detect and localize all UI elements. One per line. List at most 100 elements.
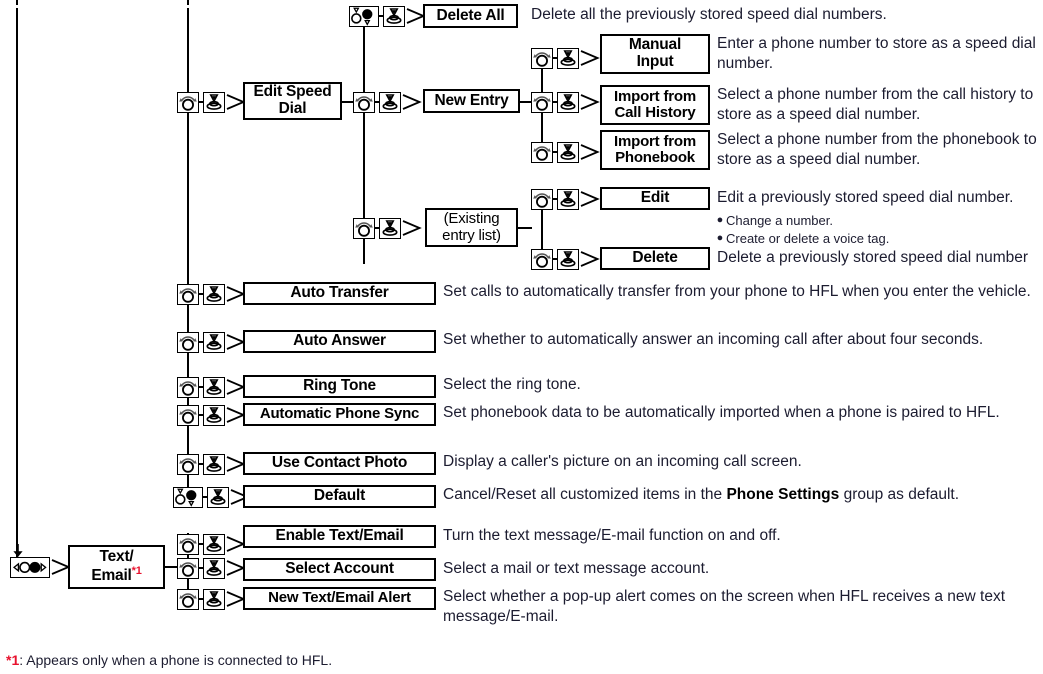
branch-line-new-entry-out xyxy=(520,101,531,103)
menu-label-edit-speed-dial-line1: Edit Speed xyxy=(253,83,332,101)
menu-box-import-phonebook[interactable]: Import from Phonebook xyxy=(600,130,710,170)
menu-label-delete-all: Delete All xyxy=(436,6,505,24)
bullet-text: Change a number. xyxy=(726,213,833,228)
icon-group-new-entry xyxy=(353,91,422,113)
icon-group-new-text-email-alert xyxy=(177,588,246,610)
menu-box-default[interactable]: Default xyxy=(243,485,436,508)
menu-box-new-text-email-alert[interactable]: New Text/Email Alert xyxy=(243,587,436,610)
branch-line-new-entry xyxy=(342,101,353,103)
arrow-right-icon xyxy=(580,191,600,207)
menu-box-text-email[interactable]: Text/ Email*1 xyxy=(68,545,165,589)
arrow-right-icon xyxy=(402,220,422,236)
icon-group-select-account xyxy=(177,557,246,579)
menu-box-delete[interactable]: Delete xyxy=(600,247,710,270)
arrow-right-icon xyxy=(580,144,600,160)
menu-box-delete-all[interactable]: Delete All xyxy=(423,4,518,28)
list-item: ● Change a number. xyxy=(714,212,1034,230)
description-default-prefix: Cancel/Reset all customized items in the xyxy=(443,486,727,503)
rotary-selector-knob-icon xyxy=(177,404,199,426)
up-down-selector-knob-icon xyxy=(349,5,379,27)
menu-label-delete: Delete xyxy=(632,249,678,267)
description-edit: Edit a previously stored speed dial numb… xyxy=(717,189,1014,206)
press-enter-knob-icon xyxy=(557,47,579,69)
menu-box-manual-input[interactable]: Manual Input xyxy=(600,34,710,74)
down-arrow-icon xyxy=(11,544,25,558)
icon-group-import-phonebook xyxy=(531,141,600,163)
menu-box-edit-speed-dial[interactable]: Edit Speed Dial xyxy=(243,82,342,120)
menu-box-edit[interactable]: Edit xyxy=(600,187,710,210)
icon-group-text-email-entry xyxy=(10,556,71,578)
icon-group-edit xyxy=(531,188,600,210)
menu-box-select-account[interactable]: Select Account xyxy=(243,558,436,581)
bullet-text: Create or delete a voice tag. xyxy=(726,231,890,247)
rotary-selector-knob-icon xyxy=(353,217,375,239)
description-use-contact-photo: Display a caller's picture on an incomin… xyxy=(443,453,802,470)
rotary-selector-knob-icon xyxy=(531,188,553,210)
menu-box-automatic-phone-sync[interactable]: Automatic Phone Sync xyxy=(243,403,436,426)
menu-box-enable-text-email[interactable]: Enable Text/Email xyxy=(243,525,436,548)
menu-label-auto-answer: Auto Answer xyxy=(293,332,386,350)
press-enter-knob-icon xyxy=(557,188,579,210)
description-import-phonebook: Select a phone number from the phonebook… xyxy=(717,131,1037,168)
rotary-selector-knob-icon xyxy=(177,376,199,398)
description-new-text-email-alert: Select whether a pop-up alert comes on t… xyxy=(443,588,1006,625)
description-auto-answer: Set whether to automatically answer an i… xyxy=(443,331,984,348)
description-enable-text-email: Turn the text message/E-mail function on… xyxy=(443,527,781,544)
description-automatic-phone-sync: Set phonebook data to be automatically i… xyxy=(443,404,1000,421)
arrow-right-icon xyxy=(402,94,422,110)
rotary-selector-knob-icon xyxy=(531,141,553,163)
description-select-account: Select a mail or text message account. xyxy=(443,560,710,577)
rotary-selector-knob-icon xyxy=(531,248,553,270)
menu-label-new-entry: New Entry xyxy=(434,91,509,109)
trunk-line-left xyxy=(16,8,18,558)
menu-label-import-phonebook-line1: Import from xyxy=(614,132,696,150)
icon-group-ring-tone xyxy=(177,376,246,398)
press-enter-knob-icon xyxy=(207,486,229,508)
description-default-suffix: group as default. xyxy=(839,486,960,503)
icon-group-automatic-phone-sync xyxy=(177,404,246,426)
menu-label-auto-transfer: Auto Transfer xyxy=(290,284,389,302)
description-delete: Delete a previously stored speed dial nu… xyxy=(717,249,1029,266)
footnote-marker: *1 xyxy=(131,564,142,577)
footnote-star-marker: *1 xyxy=(6,652,20,668)
press-enter-knob-icon xyxy=(203,557,225,579)
menu-label-default: Default xyxy=(313,487,366,505)
press-enter-knob-icon xyxy=(557,248,579,270)
icon-group-enable-text-email xyxy=(177,533,246,555)
rotary-selector-knob-icon xyxy=(531,91,553,113)
description-import-call-history: Select a phone number from the call hist… xyxy=(717,86,1034,123)
footnote: *1: Appears only when a phone is connect… xyxy=(6,652,332,668)
icon-group-auto-answer xyxy=(177,331,246,353)
menu-box-use-contact-photo[interactable]: Use Contact Photo xyxy=(243,452,436,475)
press-enter-knob-icon xyxy=(379,91,401,113)
menu-label-text-email-line2: Email*1 xyxy=(91,564,142,585)
up-down-selector-knob-icon xyxy=(173,486,203,508)
menu-box-auto-transfer[interactable]: Auto Transfer xyxy=(243,282,436,305)
menu-label-select-account: Select Account xyxy=(285,560,394,578)
press-enter-knob-icon xyxy=(557,141,579,163)
description-delete-all: Delete all the previously stored speed d… xyxy=(531,6,887,23)
menu-tree-diagram: Delete All Delete all the previously sto… xyxy=(0,0,1043,674)
menu-box-auto-answer[interactable]: Auto Answer xyxy=(243,330,436,353)
press-enter-knob-icon xyxy=(203,533,225,555)
press-enter-knob-icon xyxy=(203,404,225,426)
description-ring-tone: Select the ring tone. xyxy=(443,376,581,393)
rotary-selector-knob-icon xyxy=(177,331,199,353)
trunk-line-left-stub xyxy=(16,0,18,5)
icon-group-use-contact-photo xyxy=(177,453,246,475)
bullet-dot-icon: ● xyxy=(716,214,724,226)
description-manual-input: Enter a phone number to store as a speed… xyxy=(717,35,1036,72)
menu-label-edit-speed-dial-line2: Dial xyxy=(278,100,307,117)
rotary-selector-knob-icon xyxy=(531,47,553,69)
menu-box-new-entry[interactable]: New Entry xyxy=(423,89,520,113)
press-enter-knob-icon xyxy=(203,283,225,305)
menu-box-existing-entry-list[interactable]: (Existing entry list) xyxy=(425,208,518,247)
menu-label-edit: Edit xyxy=(640,189,670,207)
rotary-selector-knob-icon xyxy=(177,283,199,305)
footnote-text: Appears only when a phone is connected t… xyxy=(26,652,333,668)
icon-group-existing-entry-list xyxy=(353,217,422,239)
icon-group-import-call-history xyxy=(531,91,600,113)
menu-box-ring-tone[interactable]: Ring Tone xyxy=(243,375,436,398)
menu-box-import-call-history[interactable]: Import from Call History xyxy=(600,85,710,125)
menu-label-import-phonebook-line2: Phonebook xyxy=(615,149,695,166)
